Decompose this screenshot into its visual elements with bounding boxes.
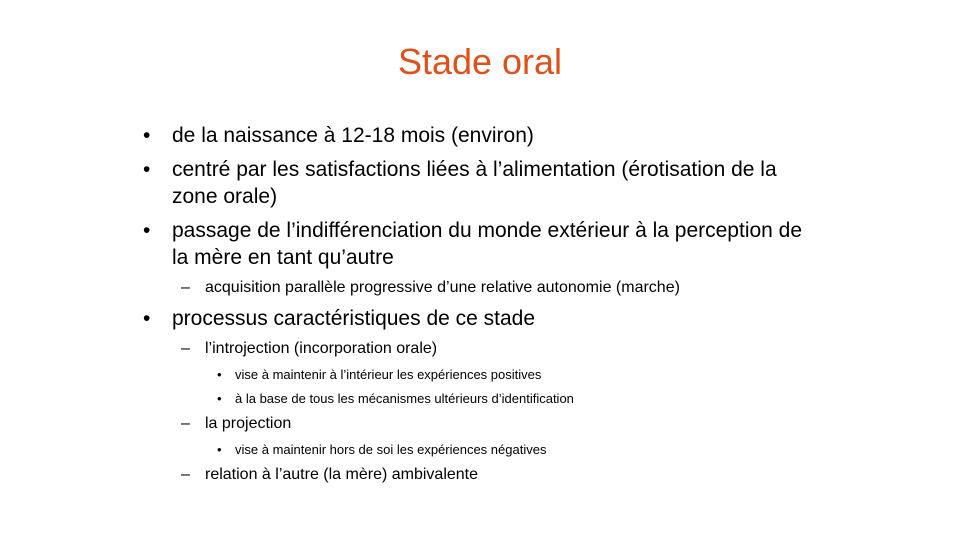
sub-sub-list-item: • à la base de tous les mécanismes ultér… xyxy=(217,390,823,408)
sub-list-item: – acquisition parallèle progressive d’un… xyxy=(181,277,823,299)
sub-sub-list-item: • vise à maintenir hors de soi les expér… xyxy=(217,441,823,459)
list-item: • passage de l’indifférenciation du mond… xyxy=(143,217,823,271)
list-item: • processus caractéristiques de ce stade xyxy=(143,305,823,332)
sub-sub-list-item: • vise à maintenir à l’intérieur les exp… xyxy=(217,366,823,384)
bullet-icon: • xyxy=(143,219,151,242)
list-item-text: passage de l’indifférenciation du monde … xyxy=(172,219,803,269)
slide-title: Stade oral xyxy=(397,41,563,82)
dash-icon: – xyxy=(181,466,190,483)
dash-icon: – xyxy=(181,340,190,357)
list-item-text: à la base de tous les mécanismes ultérie… xyxy=(235,391,574,406)
list-item-text: processus caractéristiques de ce stade xyxy=(172,307,536,330)
list-item-text: vise à maintenir hors de soi les expérie… xyxy=(235,442,547,457)
bullet-list: • de la naissance à 12-18 mois (environ)… xyxy=(143,122,823,492)
list-item-text: de la naissance à 12-18 mois (environ) xyxy=(172,124,534,147)
bullet-icon: • xyxy=(217,391,222,406)
bullet-icon: • xyxy=(143,158,151,181)
list-item: • centré par les satisfactions liées à l… xyxy=(143,156,823,210)
bullet-icon: • xyxy=(143,124,151,147)
sub-list-item: – relation à l’autre (la mère) ambivalen… xyxy=(181,464,823,486)
dash-icon: – xyxy=(181,415,190,432)
list-item-text: vise à maintenir à l’intérieur les expér… xyxy=(235,367,542,382)
slide: Stade oral • de la naissance à 12-18 moi… xyxy=(0,0,960,540)
list-item-text: relation à l’autre (la mère) ambivalente xyxy=(205,466,479,483)
list-item-text: acquisition parallèle progressive d’une … xyxy=(205,279,680,296)
sub-list-item: – la projection xyxy=(181,413,823,435)
bullet-icon: • xyxy=(143,307,151,330)
list-item-text: la projection xyxy=(205,415,292,432)
list-item: • de la naissance à 12-18 mois (environ) xyxy=(143,122,823,149)
sub-list-item: – l’introjection (incorporation orale) xyxy=(181,338,823,360)
bullet-icon: • xyxy=(217,367,222,382)
list-item-text: centré par les satisfactions liées à l’a… xyxy=(172,158,777,208)
bullet-icon: • xyxy=(217,442,222,457)
list-item-text: l’introjection (incorporation orale) xyxy=(205,340,438,357)
dash-icon: – xyxy=(181,279,190,296)
